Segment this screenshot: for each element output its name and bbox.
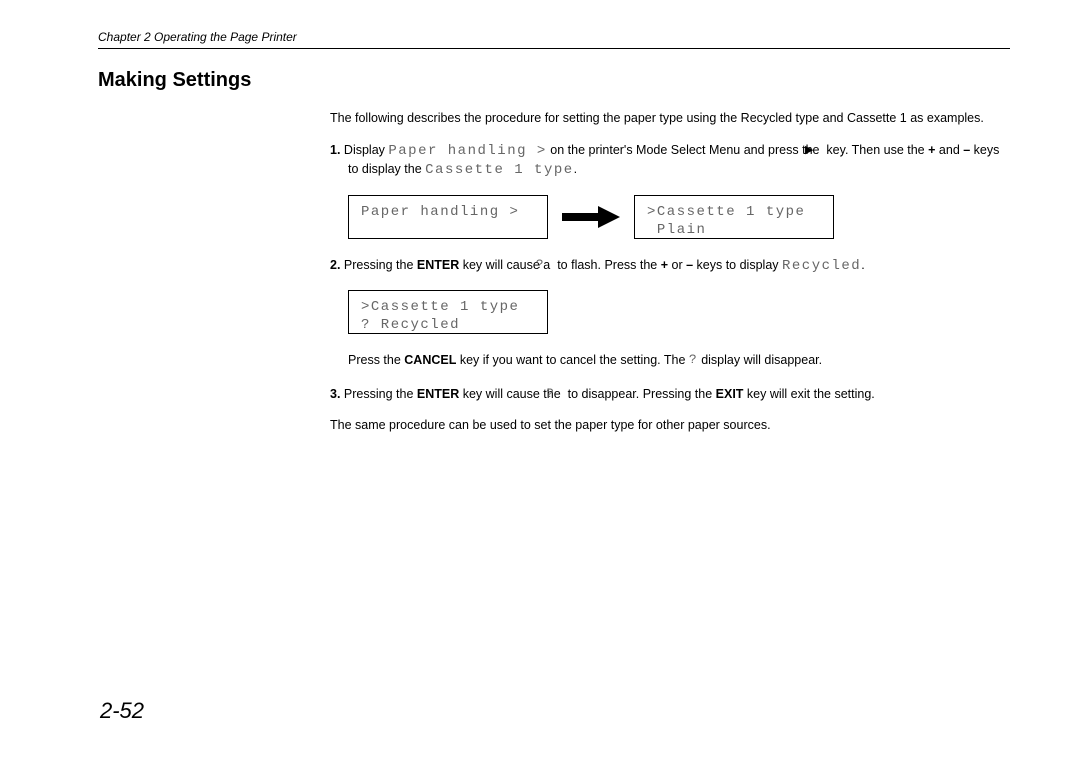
question-mark-icon: ? bbox=[689, 351, 698, 369]
text: or bbox=[668, 258, 686, 272]
lcd-display-box: >Cassette 1 type ? Recycled bbox=[348, 290, 548, 334]
text: Press the bbox=[348, 353, 404, 367]
document-page: Chapter 2 Operating the Page Printer Mak… bbox=[0, 0, 1080, 764]
lcd-display-box: Paper handling > bbox=[348, 195, 548, 239]
intro-paragraph: The following describes the procedure fo… bbox=[330, 110, 1010, 128]
text: . bbox=[574, 162, 577, 176]
text: key will exit the setting. bbox=[743, 387, 874, 401]
lcd-inline: Recycled bbox=[782, 258, 861, 274]
step-1: 1. Display Paper handling > on the print… bbox=[330, 142, 1010, 181]
step-number: 1. bbox=[330, 143, 340, 157]
text: and bbox=[935, 143, 963, 157]
display-row-1: Paper handling > >Cassette 1 type Plain bbox=[348, 195, 1010, 239]
lcd-line: Paper handling > bbox=[361, 204, 535, 220]
lcd-line: >Cassette 1 type bbox=[361, 299, 535, 315]
page-number: 2-52 bbox=[100, 698, 144, 724]
step-3: 3. Pressing the ENTER key will cause the… bbox=[330, 386, 1010, 404]
lcd-line: ? Recycled bbox=[361, 317, 535, 333]
text: . bbox=[861, 258, 864, 272]
text: to disappear. Pressing the bbox=[564, 387, 715, 401]
text: on the printer's Mode Select Menu and pr… bbox=[547, 143, 823, 157]
enter-key: ENTER bbox=[417, 387, 459, 401]
closing-paragraph: The same procedure can be used to set th… bbox=[330, 417, 1010, 435]
header-rule bbox=[98, 48, 1010, 49]
step-number: 2. bbox=[330, 258, 340, 272]
cancel-key: CANCEL bbox=[404, 353, 456, 367]
lcd-inline: Cassette 1 type bbox=[425, 162, 574, 178]
text: Display bbox=[340, 143, 388, 157]
plus-key: + bbox=[661, 258, 668, 272]
body-content: The following describes the procedure fo… bbox=[330, 110, 1010, 434]
text: to flash. Press the bbox=[554, 258, 661, 272]
text: key if you want to cancel the setting. T… bbox=[456, 353, 689, 367]
step-number: 3. bbox=[330, 387, 340, 401]
lcd-inline: Paper handling > bbox=[388, 143, 546, 159]
lcd-display-box: >Cassette 1 type Plain bbox=[634, 195, 834, 239]
display-row-2: >Cassette 1 type ? Recycled bbox=[348, 290, 1010, 334]
cancel-note: Press the CANCEL key if you want to canc… bbox=[348, 352, 1010, 370]
exit-key: EXIT bbox=[716, 387, 744, 401]
step-2: 2. Pressing the ENTER key will cause a ?… bbox=[330, 257, 1010, 277]
enter-key: ENTER bbox=[417, 258, 459, 272]
chapter-header: Chapter 2 Operating the Page Printer bbox=[70, 30, 1010, 44]
text: display will disappear. bbox=[698, 353, 822, 367]
lcd-line: Plain bbox=[647, 222, 821, 238]
text: key. Then use the bbox=[823, 143, 928, 157]
text: Pressing the bbox=[340, 387, 416, 401]
text: keys to display bbox=[693, 258, 782, 272]
arrow-right-icon bbox=[562, 206, 620, 228]
text: Pressing the bbox=[340, 258, 416, 272]
section-title: Making Settings bbox=[98, 69, 1010, 92]
lcd-line: >Cassette 1 type bbox=[647, 204, 821, 220]
